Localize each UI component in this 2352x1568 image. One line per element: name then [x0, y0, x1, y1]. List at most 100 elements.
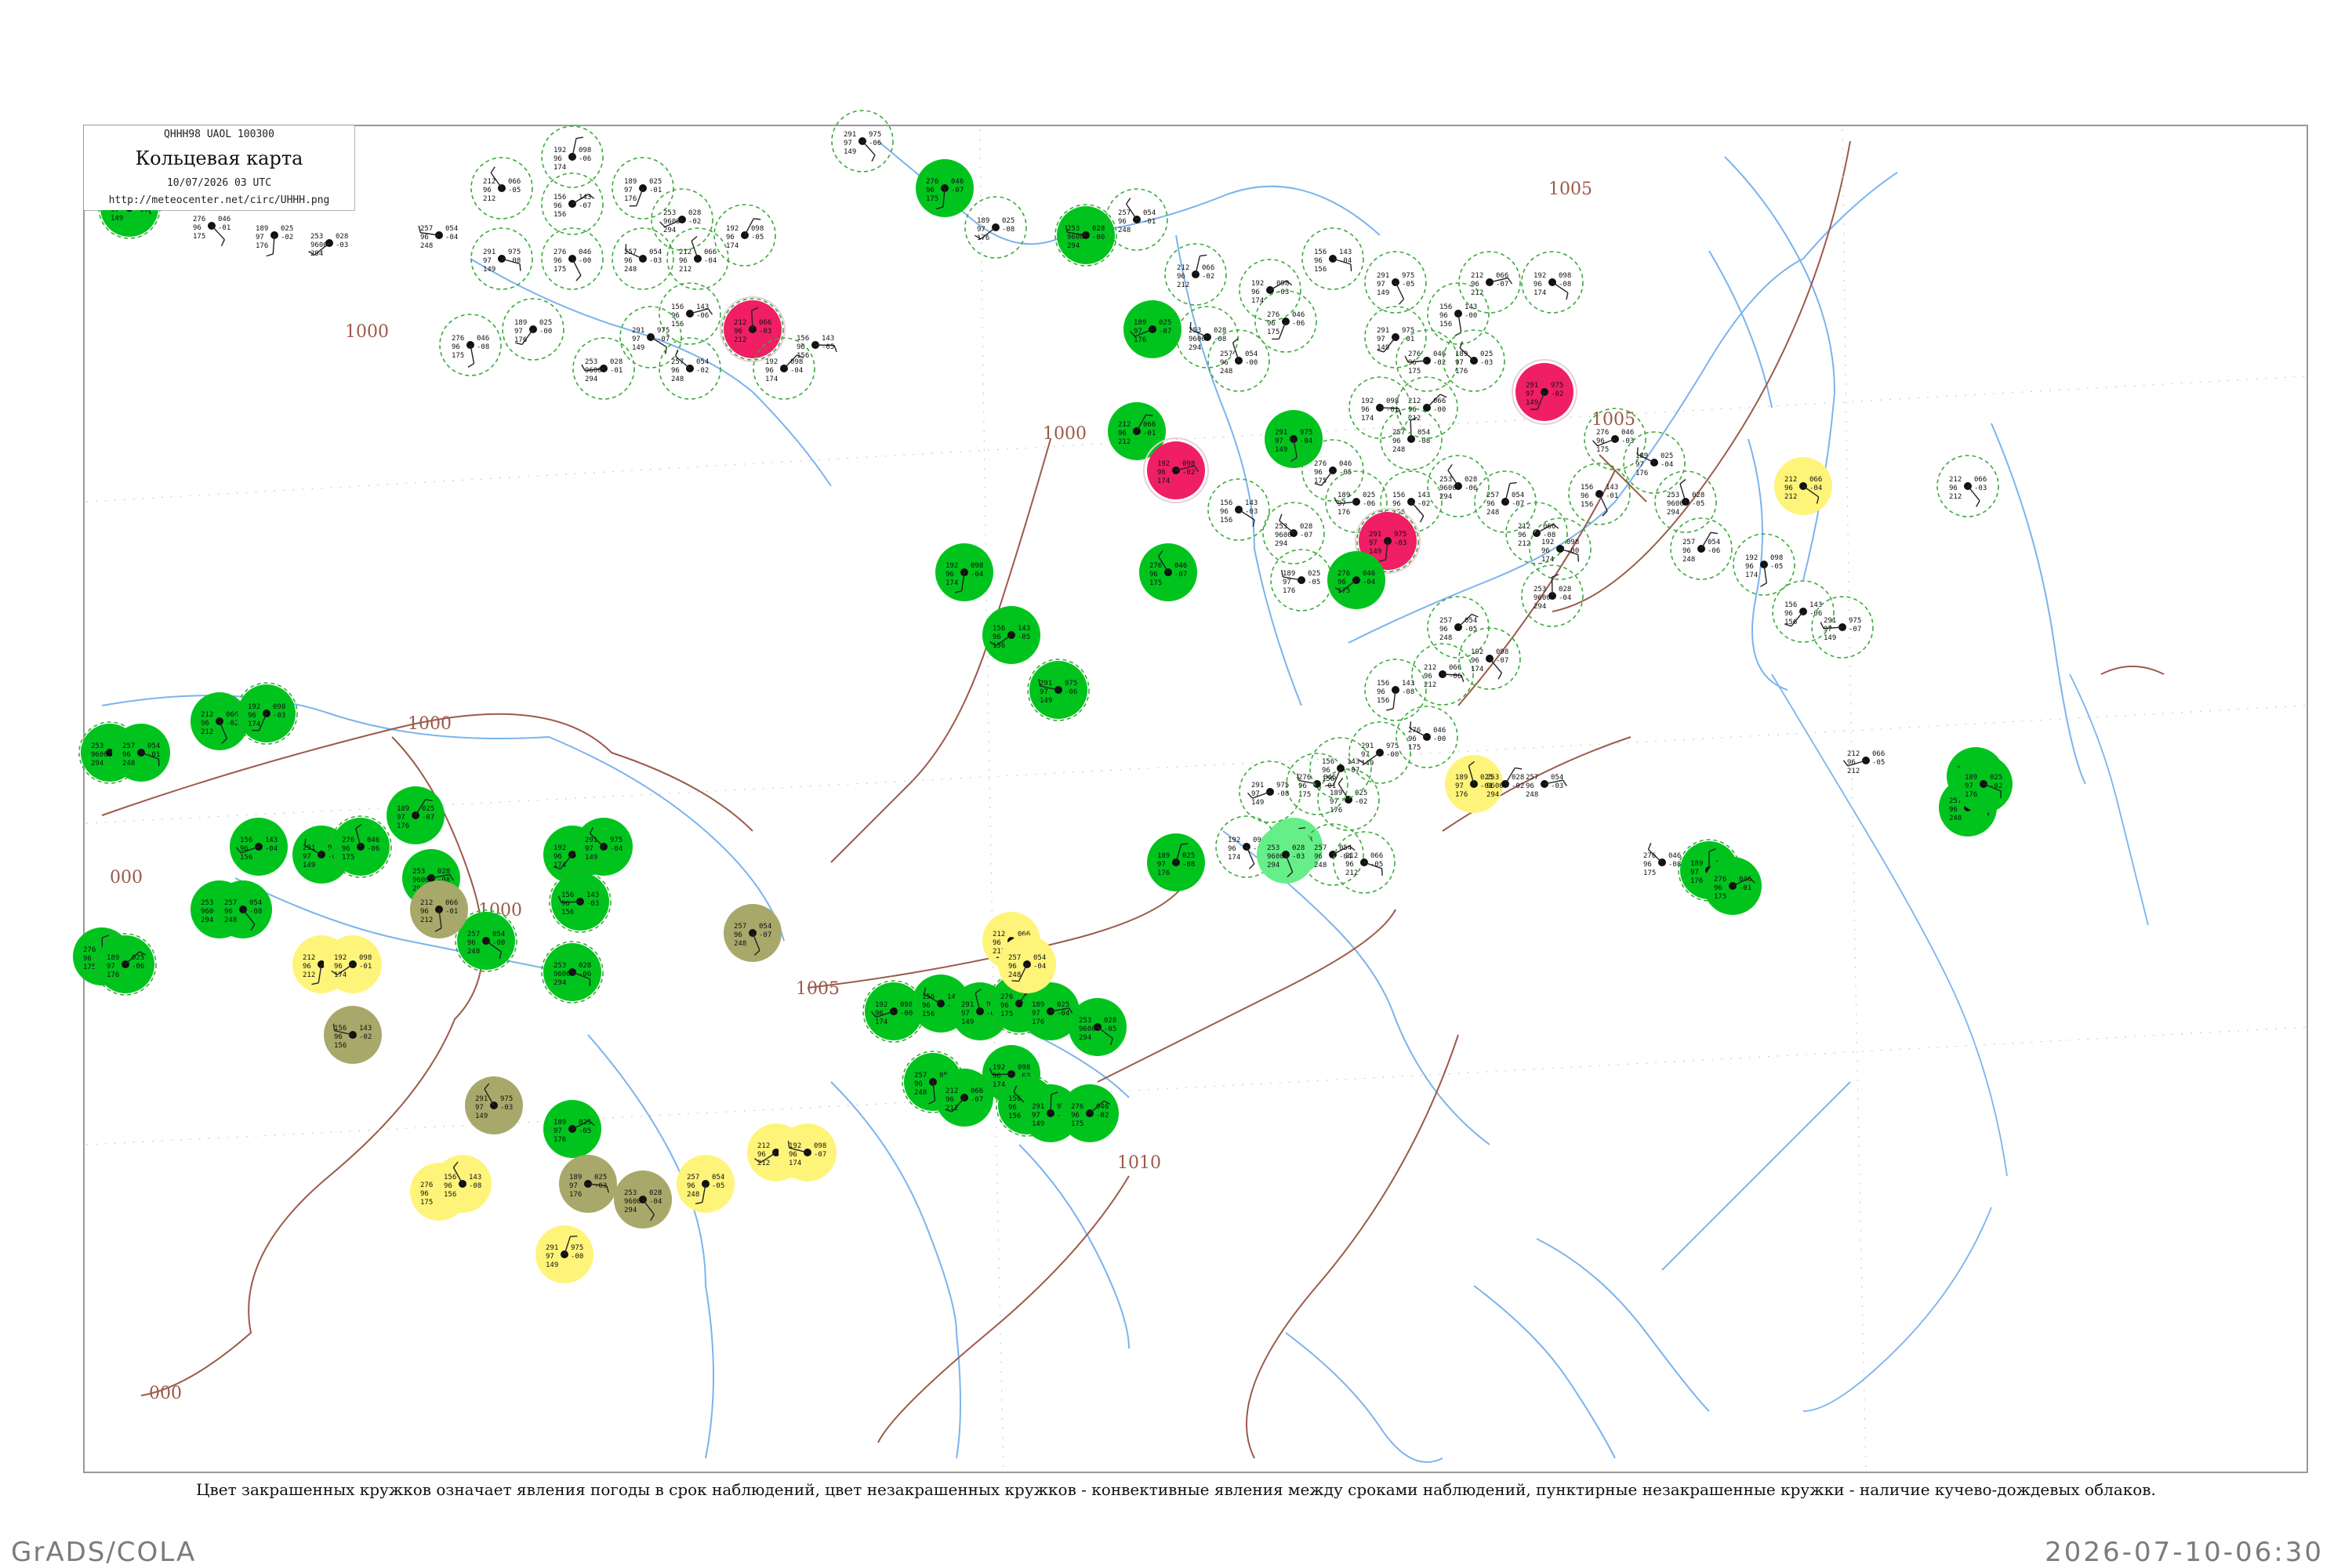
- wind-feather: [1647, 843, 1652, 850]
- station-value: -00: [1566, 547, 1579, 555]
- station-value: 248: [224, 916, 237, 924]
- isobar-label: 1000: [408, 714, 452, 734]
- station-value: 257: [1314, 844, 1327, 852]
- station-plot: 189 025 97 -05 176: [543, 1100, 601, 1158]
- station-value: 96: [1071, 1112, 1080, 1120]
- station-value: 291: [475, 1095, 488, 1103]
- station-value: 96: [483, 187, 492, 194]
- station-value: 025: [1363, 492, 1375, 499]
- station-value: 156: [1377, 697, 1389, 705]
- station-value: 257: [1220, 350, 1232, 358]
- station-value: 97: [1526, 390, 1534, 398]
- station-value: 189: [1690, 860, 1703, 868]
- station-value: 96: [1251, 289, 1260, 296]
- wind-feather: [1398, 408, 1402, 416]
- station-plot: 276 046 96 -01 175: [1704, 857, 1762, 915]
- station-value: 156: [240, 854, 252, 862]
- station-value: 054: [1512, 492, 1524, 499]
- isobar-labels: 1000 1000 1000 1000 1005 1005 1005 1010 …: [110, 180, 1635, 1403]
- station-value: 149: [1275, 446, 1287, 454]
- station-value: 028: [1092, 225, 1105, 233]
- isobar-label: 1000: [1043, 424, 1087, 444]
- wind-feather: [1338, 778, 1344, 785]
- station-value: 028: [579, 962, 591, 970]
- station-value: 192: [1534, 272, 1546, 280]
- station-value: 156: [797, 335, 809, 343]
- station-value: 176: [256, 242, 268, 250]
- map-url[interactable]: http://meteocenter.net/circ/UHHH.png: [84, 194, 354, 206]
- station-value: 253: [663, 209, 676, 217]
- station-value: -02: [696, 367, 709, 375]
- station-value: 176: [569, 1191, 582, 1199]
- station-value: 97: [107, 963, 115, 971]
- station-value: 192: [248, 703, 260, 711]
- station-plot: 253 028 9600 -06 294: [541, 941, 604, 1004]
- station-value: 248: [687, 1191, 699, 1199]
- station-value: 156: [240, 837, 252, 844]
- station-value: 054: [1465, 617, 1477, 625]
- station-value: 212: [946, 1087, 958, 1095]
- station-plot: 212 066 96 -03 212: [720, 296, 786, 362]
- station-value: 176: [1690, 877, 1703, 885]
- station-value: -03: [1394, 539, 1406, 547]
- station-value: 291: [1824, 617, 1836, 625]
- station-value: 189: [1134, 319, 1146, 327]
- station-value: 054: [1551, 774, 1563, 782]
- station-value: 291: [1361, 742, 1374, 750]
- station-value: 149: [844, 148, 856, 156]
- station-value: 97: [977, 226, 985, 234]
- station-value: 156: [1439, 321, 1452, 328]
- isobar-label: 1000: [345, 322, 389, 342]
- station-value: 149: [1824, 634, 1836, 642]
- station-value: 025: [649, 178, 662, 186]
- station-value: 96: [420, 234, 429, 241]
- station-value: 143: [1339, 249, 1352, 256]
- station-value: 025: [1057, 1001, 1069, 1009]
- station-value: 276: [1714, 876, 1726, 884]
- wind-feather: [1976, 500, 1980, 507]
- station-value: 276: [1643, 852, 1656, 860]
- station-value: 9600: [91, 751, 108, 759]
- station-value: -06: [132, 963, 144, 971]
- station-value: 066: [704, 249, 717, 256]
- station-value: -01: [1386, 406, 1399, 414]
- station-value: 098: [1018, 1064, 1030, 1072]
- station-value: -05: [1872, 759, 1885, 767]
- station-value: 192: [1361, 397, 1374, 405]
- station-value: 294: [1667, 509, 1679, 517]
- station-plot: 253 028 9600 -03 294: [1257, 826, 1315, 884]
- station-value: -01: [610, 367, 622, 375]
- station-plot: 212 066 96 -04 212: [1774, 457, 1832, 515]
- station-value: 96: [1392, 437, 1401, 445]
- station-value: 143: [1347, 758, 1359, 766]
- station-value: 96: [1682, 547, 1691, 555]
- station-value: -03: [649, 257, 662, 265]
- station-plot: 257 054 96 -03 248: [612, 227, 674, 290]
- station-value: 149: [1032, 1120, 1044, 1128]
- station-value: -07: [814, 1151, 826, 1159]
- station-value: 143: [1809, 601, 1822, 609]
- station-value: 143: [469, 1174, 481, 1181]
- station-value: 97: [1635, 461, 1644, 469]
- station-value: 175: [193, 233, 205, 241]
- station-value: 189: [624, 178, 637, 186]
- wind-feather: [1577, 554, 1580, 562]
- station-value: 156: [334, 1025, 347, 1033]
- station-value: 149: [1377, 344, 1389, 352]
- station-value: -06: [579, 155, 591, 163]
- station-value: 212: [946, 1105, 958, 1112]
- station-value: 248: [1392, 446, 1405, 454]
- station-value: 96: [1784, 485, 1793, 492]
- station-value: 192: [1745, 554, 1758, 562]
- station-value: 96: [1745, 563, 1754, 571]
- station-value: 97: [1275, 437, 1283, 445]
- station-value: 97: [483, 257, 492, 265]
- station-plot: 192 098 96 -01 174: [324, 935, 382, 993]
- station-value: 96: [83, 955, 92, 963]
- station-value: 257: [671, 358, 684, 366]
- station-value: 96: [1220, 359, 1229, 367]
- station-value: 212: [201, 728, 213, 736]
- station-value: 189: [1330, 789, 1342, 797]
- station-value: -05: [1018, 633, 1030, 641]
- station-value: -05: [1104, 1025, 1116, 1033]
